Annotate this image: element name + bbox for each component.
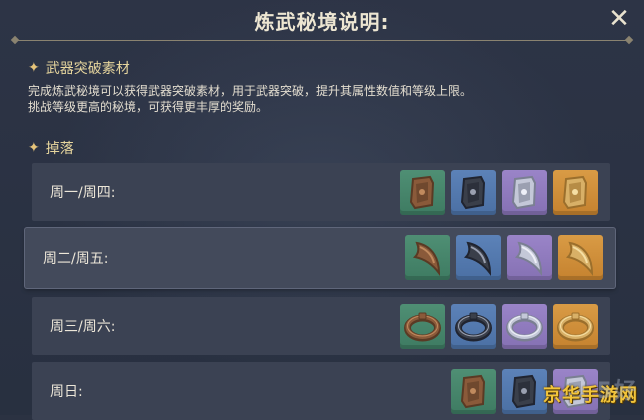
drop-item-group <box>400 304 598 349</box>
drop-row[interactable]: 周三/周六: <box>32 297 610 355</box>
watermark-logo-icon: 5好 <box>596 379 638 404</box>
green-fang-icon[interactable] <box>405 235 450 280</box>
section-heading-drops-label: 掉落 <box>45 141 74 157</box>
gold-ring-icon[interactable] <box>553 304 598 349</box>
blue-tablet-icon[interactable] <box>451 170 496 215</box>
section-heading-material-label: 武器突破素材 <box>45 61 130 77</box>
description-line-1: 完成炼武秘境可以获得武器突破素材，用于武器突破，提升其属性数值和等级上限。 <box>28 84 473 98</box>
title-divider <box>14 40 630 41</box>
description-line-2: 挑战等级更高的秘境，可获得更丰厚的奖励。 <box>28 100 269 114</box>
drop-item-group <box>405 235 603 280</box>
close-icon: ✕ <box>608 4 630 34</box>
watermark: 5好 京华手游网 <box>520 375 638 413</box>
blue-ring-icon[interactable] <box>451 304 496 349</box>
drop-row-day-label: 周二/周五: <box>43 251 109 267</box>
purple-ring-icon[interactable] <box>502 304 547 349</box>
close-button[interactable]: ✕ <box>606 6 632 32</box>
material-description: 完成炼武秘境可以获得武器突破素材，用于武器突破，提升其属性数值和等级上限。 挑战… <box>28 83 588 115</box>
drop-row[interactable]: 周二/周五: <box>25 228 615 288</box>
drop-item-group <box>400 170 598 215</box>
page-title: 炼武秘境说明: <box>254 10 390 34</box>
green-ring-icon[interactable] <box>400 304 445 349</box>
green-tablet-icon[interactable] <box>400 170 445 215</box>
section-heading-drops: ✦ 掉落 <box>28 138 74 158</box>
gold-tablet-icon[interactable] <box>553 170 598 215</box>
purple-fang-icon[interactable] <box>507 235 552 280</box>
green-tablet-icon[interactable] <box>451 369 496 414</box>
purple-tablet-icon[interactable] <box>502 170 547 215</box>
drop-row-day-label: 周三/周六: <box>50 319 116 335</box>
star-icon: ✦ <box>28 60 40 76</box>
section-heading-material: ✦ 武器突破素材 <box>28 58 130 78</box>
gold-fang-icon[interactable] <box>558 235 603 280</box>
drop-row[interactable]: 周一/周四: <box>32 163 610 221</box>
drop-row-day-label: 周日: <box>50 384 83 400</box>
blue-fang-icon[interactable] <box>456 235 501 280</box>
drop-row-day-label: 周一/周四: <box>50 185 116 201</box>
star-icon: ✦ <box>28 140 40 156</box>
